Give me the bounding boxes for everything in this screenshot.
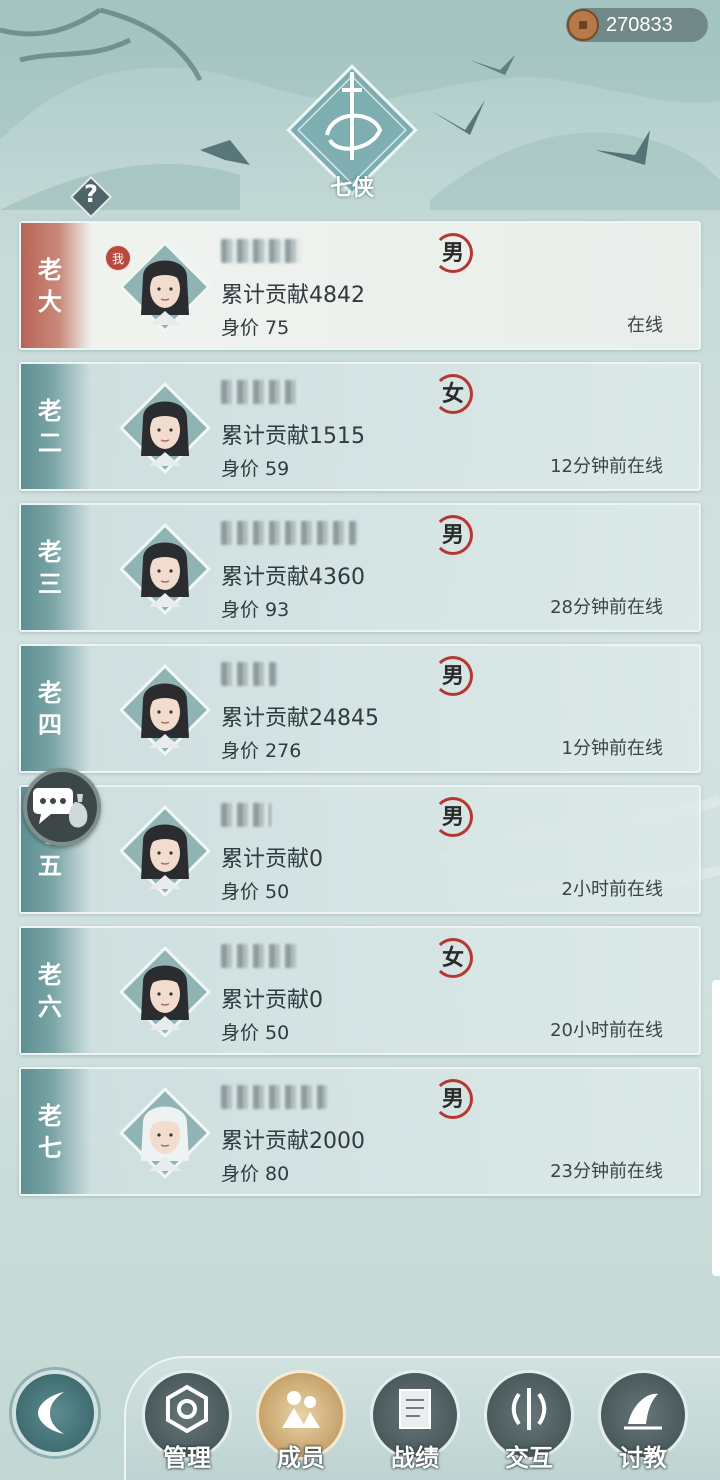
online-status: 1分钟前在线 [561,738,663,759]
nav-label: 讨教 [619,1444,667,1472]
online-status: 23分钟前在线 [550,1161,663,1182]
member-name-redacted [221,1085,327,1109]
online-status: 28分钟前在线 [550,597,663,618]
back-button[interactable] [12,1370,98,1456]
contribution-text: 累计贡献0 [221,988,323,1013]
gender-badge: 男 [433,1079,473,1119]
member-avatar[interactable] [115,378,215,478]
nav-item-members[interactable]: 成员 [256,1370,346,1480]
side-drawer-handle[interactable] [712,980,720,1276]
member-avatar[interactable] [115,519,215,619]
copper-coin-icon [567,9,599,41]
rank-char: 大 [38,286,62,316]
contribution-text: 累计贡献1515 [221,424,365,449]
coin-amount: 270833 [606,13,673,36]
emblem-title: 七侠 [329,175,374,201]
chat-bubble-icon [33,788,88,828]
rank-tab: 老七 [21,1069,91,1194]
rank-char: 老 [38,395,62,425]
rank-tab: 老四 [21,646,91,771]
member-card[interactable]: 老五男累计贡献0身价 502小时前在线 [19,785,701,914]
member-avatar[interactable] [115,1083,215,1183]
nav-label: 战绩 [391,1444,439,1472]
nav-label: 成员 [277,1444,325,1472]
rank-char: 老 [38,536,62,566]
gender-badge: 女 [433,374,473,414]
worth-text: 身价 59 [221,458,290,480]
worth-text: 身价 50 [221,881,290,903]
nav-item-interact[interactable]: 交互 [484,1370,574,1480]
member-card[interactable]: 老六 女累计贡献0 身价 50 20小时前在线 [19,926,701,1055]
rank-char: 三 [38,568,62,598]
online-status: 在线 [627,315,663,336]
worth-text: 身价 276 [221,740,302,762]
back-arrow-icon [38,1392,64,1434]
member-name-redacted [221,239,301,263]
member-card[interactable]: 老大我男累计贡献4842 身价 75 在线 [19,221,701,350]
member-list: 老大我男累计贡献4842 身价 75 在线老二女累计贡献1515 身价 59 12分钟前… [19,221,701,1208]
me-badge: 我 [105,245,131,271]
rank-char: 二 [38,427,62,457]
nav-item-spar[interactable]: 讨教 [598,1370,688,1480]
member-name-redacted [221,944,297,968]
spar-icon [624,1393,662,1430]
online-status: 12分钟前在线 [550,456,663,477]
member-name-redacted [221,521,357,545]
rank-char: 六 [38,991,62,1021]
member-avatar[interactable] [115,801,215,901]
nav-item-manage[interactable]: 管理 [142,1370,232,1480]
nav-item-record[interactable]: 战绩 [370,1370,460,1480]
online-status: 20小时前在线 [550,1020,663,1041]
member-card[interactable]: 老四 男累计贡献24845 身价 276 1分钟前在线 [19,644,701,773]
member-name-redacted [221,380,299,404]
contribution-text: 累计贡献0 [221,847,323,872]
nav-label: 交互 [505,1444,553,1472]
manage-icon [166,1384,208,1434]
online-status: 2小时前在线 [561,879,663,900]
contribution-text: 累计贡献4360 [221,565,365,590]
rank-char: 老 [38,677,62,707]
contribution-text: 累计贡献4842 [221,283,365,308]
member-card[interactable]: 老七 男累计贡献2000 身价 80 23分钟前在线 [19,1067,701,1196]
gender-badge: 男 [433,233,473,273]
rank-char: 五 [38,850,62,880]
member-avatar[interactable] [115,660,215,760]
nav-label: 管理 [163,1444,211,1472]
rank-tab: 老三 [21,505,91,630]
worth-text: 身价 80 [221,1163,290,1185]
rank-tab: 老六 [21,928,91,1053]
contribution-text: 累计贡献2000 [221,1129,365,1154]
gender-badge: 男 [433,656,473,696]
bottom-nav-bar: 管理 成员 战绩 交互 讨教 [124,1356,720,1480]
gender-badge: 女 [433,938,473,978]
help-button[interactable]: ? [68,174,114,220]
contribution-text: 累计贡献24845 [221,706,379,731]
rank-tab: 老二 [21,364,91,489]
gender-badge: 男 [433,797,473,837]
rank-char: 老 [38,959,62,989]
record-icon [399,1389,431,1429]
coin-counter: 270833 [566,8,708,42]
rank-tab: 老大 [21,223,91,348]
member-name-redacted [221,803,271,827]
worth-text: 身价 75 [221,317,290,339]
group-emblem: 七侠 [272,50,432,210]
members-icon [282,1391,320,1428]
rank-char: 老 [38,1100,62,1130]
interact-icon [511,1388,547,1430]
rank-char: 四 [38,709,62,739]
gender-badge: 男 [433,515,473,555]
rank-char: 老 [38,254,62,284]
member-card[interactable]: 老三 男累计贡献4360 身价 93 28分钟前在线 [19,503,701,632]
rank-char: 七 [38,1132,62,1162]
chat-button[interactable] [23,768,101,846]
member-avatar[interactable] [115,942,215,1042]
worth-text: 身价 93 [221,599,290,621]
worth-text: 身价 50 [221,1022,290,1044]
member-card[interactable]: 老二 女累计贡献1515 身价 59 12分钟前在线 [19,362,701,491]
member-name-redacted [221,662,277,686]
question-icon: ? [84,180,98,208]
